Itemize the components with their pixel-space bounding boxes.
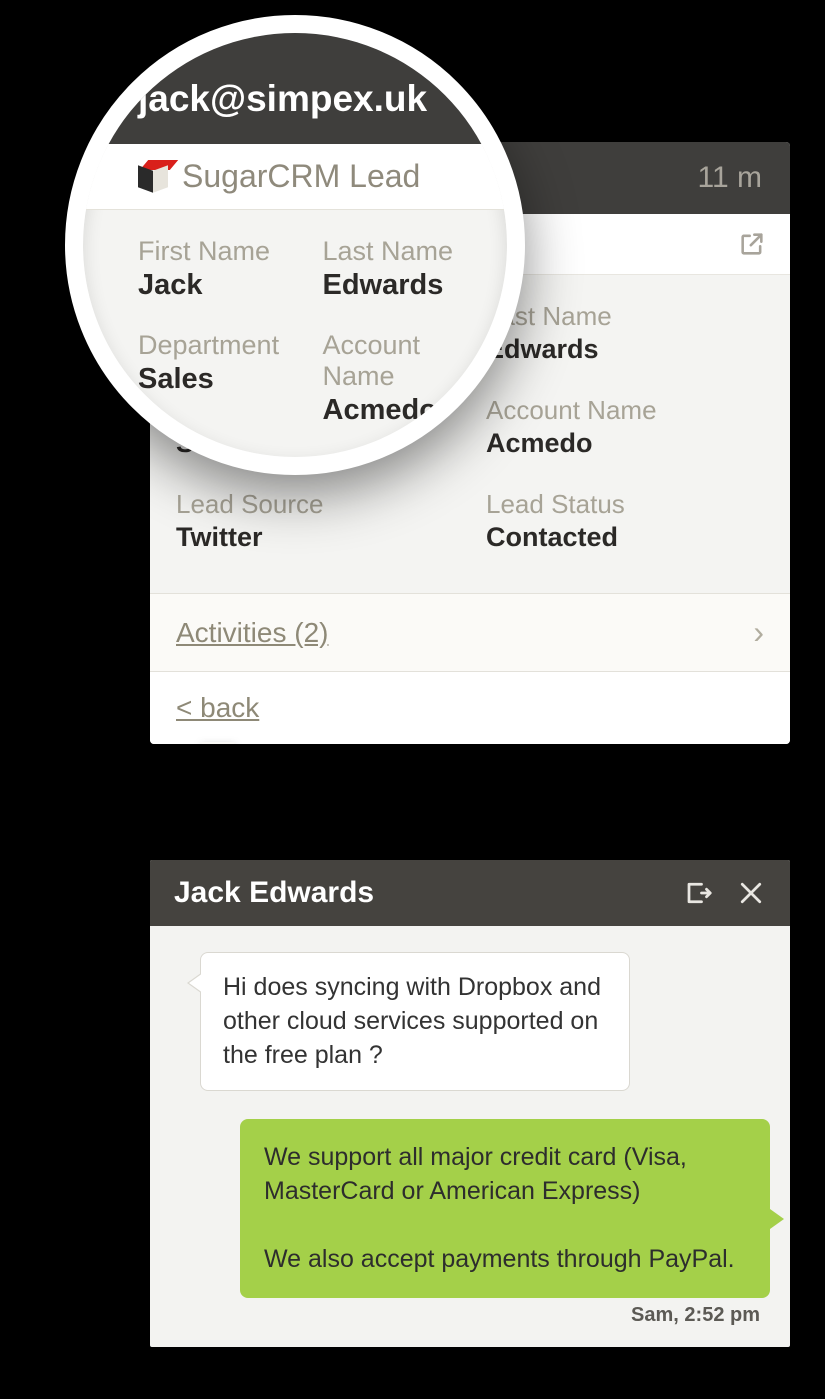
- lens-fields: First Name Jack Last Name Edwards Depart…: [83, 210, 507, 475]
- open-external-icon[interactable]: [738, 230, 766, 258]
- chat-title: Jack Edwards: [174, 876, 374, 910]
- chat-body: Hi does syncing with Dropbox and other c…: [150, 926, 790, 1347]
- lens-source-row: SugarCRM Lead: [83, 144, 507, 210]
- chat-header: Jack Edwards: [150, 860, 790, 926]
- lens-email: jack@simpex.uk: [83, 33, 507, 144]
- back-link[interactable]: < back: [176, 692, 259, 724]
- close-icon[interactable]: [736, 878, 766, 908]
- message-timestamp: Sam, 2:52 pm: [170, 1298, 770, 1339]
- field-account-name: Account Name Acmedo: [486, 395, 764, 459]
- card-pointer-icon: [200, 742, 236, 744]
- field-lead-status: Lead Status Contacted: [486, 489, 764, 553]
- field-last-name: Last Name Edwards: [486, 301, 764, 365]
- chevron-right-icon: ›: [753, 614, 764, 651]
- card-age: 11 m: [698, 161, 762, 195]
- incoming-message: Hi does syncing with Dropbox and other c…: [200, 952, 630, 1091]
- outgoing-message: We support all major credit card (Visa, …: [240, 1119, 770, 1298]
- activities-row[interactable]: Activities (2) ›: [150, 593, 790, 671]
- lens-source-label: SugarCRM Lead: [182, 158, 420, 195]
- export-icon[interactable]: [684, 878, 714, 908]
- back-row[interactable]: < back: [150, 671, 790, 744]
- chat-window: Jack Edwards Hi does syncing with Dropbo…: [150, 860, 790, 1347]
- magnifier-lens: jack@simpex.uk SugarCRM Lead First Name …: [65, 15, 525, 475]
- field-lead-source: Lead Source Twitter: [176, 489, 454, 553]
- sugarcrm-cube-icon: [138, 162, 168, 192]
- activities-link[interactable]: Activities (2): [176, 617, 328, 649]
